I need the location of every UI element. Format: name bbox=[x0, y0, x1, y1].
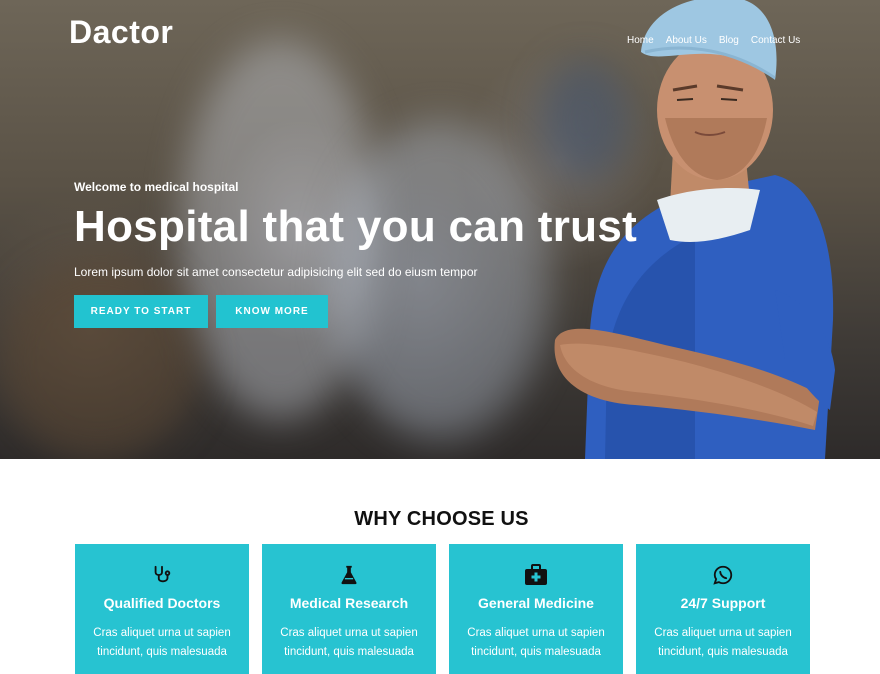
card-text: Cras aliquet urna ut sapien tincidunt, q… bbox=[272, 624, 426, 662]
medical-kit-icon bbox=[449, 564, 623, 586]
card-text-line: Cras aliquet urna ut sapien bbox=[280, 627, 418, 639]
card-text-line: tincidunt, quis malesuada bbox=[471, 646, 601, 658]
hero-title: Hospital that you can trust bbox=[74, 202, 638, 251]
card-text-line: Cras aliquet urna ut sapien bbox=[654, 627, 792, 639]
card-text: Cras aliquet urna ut sapien tincidunt, q… bbox=[646, 624, 800, 662]
feature-card-support[interactable]: 24/7 Support Cras aliquet urna ut sapien… bbox=[636, 544, 810, 674]
flask-icon bbox=[262, 564, 436, 586]
hero-description: Lorem ipsum dolor sit amet consectetur a… bbox=[74, 265, 478, 279]
ready-to-start-button[interactable]: READY TO START bbox=[74, 295, 208, 328]
card-title: 24/7 Support bbox=[680, 595, 766, 611]
feature-card-research[interactable]: Medical Research Cras aliquet urna ut sa… bbox=[262, 544, 436, 674]
card-title: Medical Research bbox=[289, 595, 409, 611]
nav-item-contact[interactable]: Contact Us bbox=[751, 35, 800, 46]
card-text-line: tincidunt, quis malesuada bbox=[658, 646, 788, 658]
stethoscope-icon bbox=[75, 564, 249, 586]
nav-item-blog[interactable]: Blog bbox=[719, 35, 739, 46]
card-title: General Medicine bbox=[478, 595, 594, 611]
site-logo[interactable]: Dactor bbox=[69, 14, 173, 51]
whatsapp-icon bbox=[636, 564, 810, 586]
card-text-line: tincidunt, quis malesuada bbox=[97, 646, 227, 658]
background-figure bbox=[330, 120, 550, 440]
nav-item-home[interactable]: Home bbox=[627, 35, 654, 46]
feature-card-doctors[interactable]: Qualified Doctors Cras aliquet urna ut s… bbox=[75, 544, 249, 674]
feature-card-medicine[interactable]: General Medicine Cras aliquet urna ut sa… bbox=[449, 544, 623, 674]
main-nav: Home About Us Blog Contact Us bbox=[627, 35, 812, 46]
card-text-line: tincidunt, quis malesuada bbox=[284, 646, 414, 658]
card-text: Cras aliquet urna ut sapien tincidunt, q… bbox=[459, 624, 613, 662]
nav-item-about[interactable]: About Us bbox=[666, 35, 707, 46]
background-figure bbox=[0, 260, 200, 459]
know-more-button[interactable]: KNOW MORE bbox=[216, 295, 328, 328]
hero-subtitle: Welcome to medical hospital bbox=[74, 180, 239, 194]
card-text-line: Cras aliquet urna ut sapien bbox=[467, 627, 605, 639]
card-text-line: Cras aliquet urna ut sapien bbox=[93, 627, 231, 639]
section-title: WHY CHOOSE US bbox=[354, 508, 529, 530]
card-text: Cras aliquet urna ut sapien tincidunt, q… bbox=[85, 624, 239, 662]
card-title: Qualified Doctors bbox=[103, 595, 221, 611]
